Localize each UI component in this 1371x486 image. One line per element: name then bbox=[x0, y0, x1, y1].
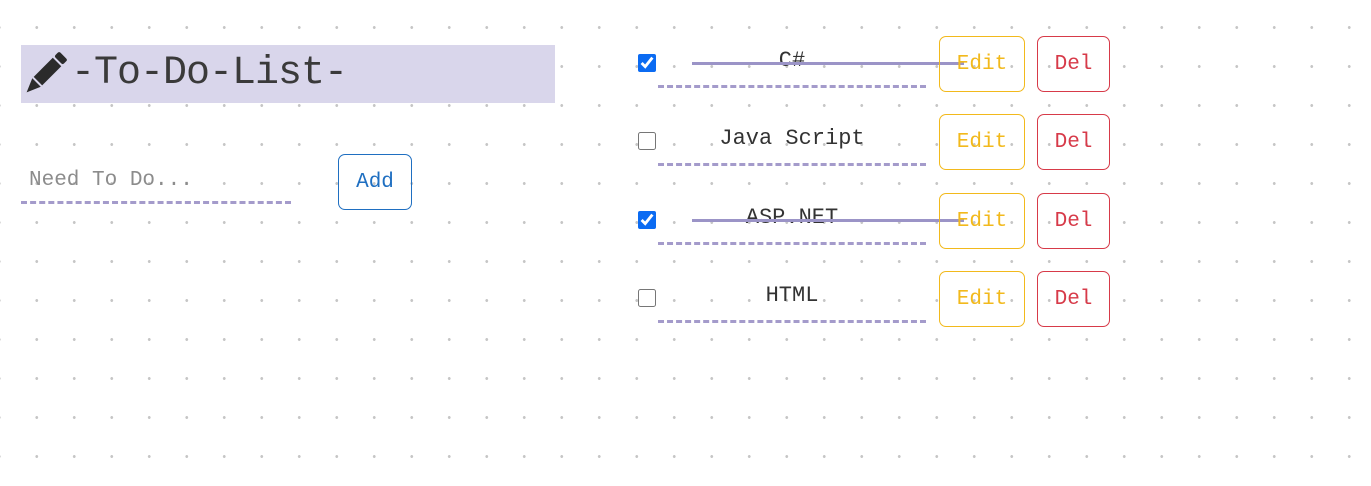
task-row: ASP.NET Edit Del bbox=[638, 193, 1118, 249]
delete-button[interactable]: Del bbox=[1037, 114, 1110, 170]
pencil-icon bbox=[21, 50, 69, 98]
task-text: C# bbox=[658, 36, 926, 88]
app-header: -To-Do-List- bbox=[21, 45, 555, 103]
task-text: HTML bbox=[658, 271, 926, 323]
page-title: -To-Do-List- bbox=[71, 51, 348, 96]
task-row: HTML Edit Del bbox=[638, 271, 1118, 327]
edit-button[interactable]: Edit bbox=[939, 114, 1025, 170]
task-text: Java Script bbox=[658, 114, 926, 166]
delete-button[interactable]: Del bbox=[1037, 271, 1110, 327]
add-button[interactable]: Add bbox=[338, 154, 412, 210]
todo-input[interactable] bbox=[21, 160, 291, 204]
task-checkbox[interactable] bbox=[638, 132, 656, 150]
task-text: ASP.NET bbox=[658, 193, 926, 245]
delete-button[interactable]: Del bbox=[1037, 193, 1110, 249]
edit-button[interactable]: Edit bbox=[939, 193, 1025, 249]
delete-button[interactable]: Del bbox=[1037, 36, 1110, 92]
edit-button[interactable]: Edit bbox=[939, 36, 1025, 92]
task-row: C# Edit Del bbox=[638, 36, 1118, 92]
task-row: Java Script Edit Del bbox=[638, 114, 1118, 170]
task-checkbox[interactable] bbox=[638, 54, 656, 72]
task-checkbox[interactable] bbox=[638, 211, 656, 229]
task-checkbox[interactable] bbox=[638, 289, 656, 307]
edit-button[interactable]: Edit bbox=[939, 271, 1025, 327]
